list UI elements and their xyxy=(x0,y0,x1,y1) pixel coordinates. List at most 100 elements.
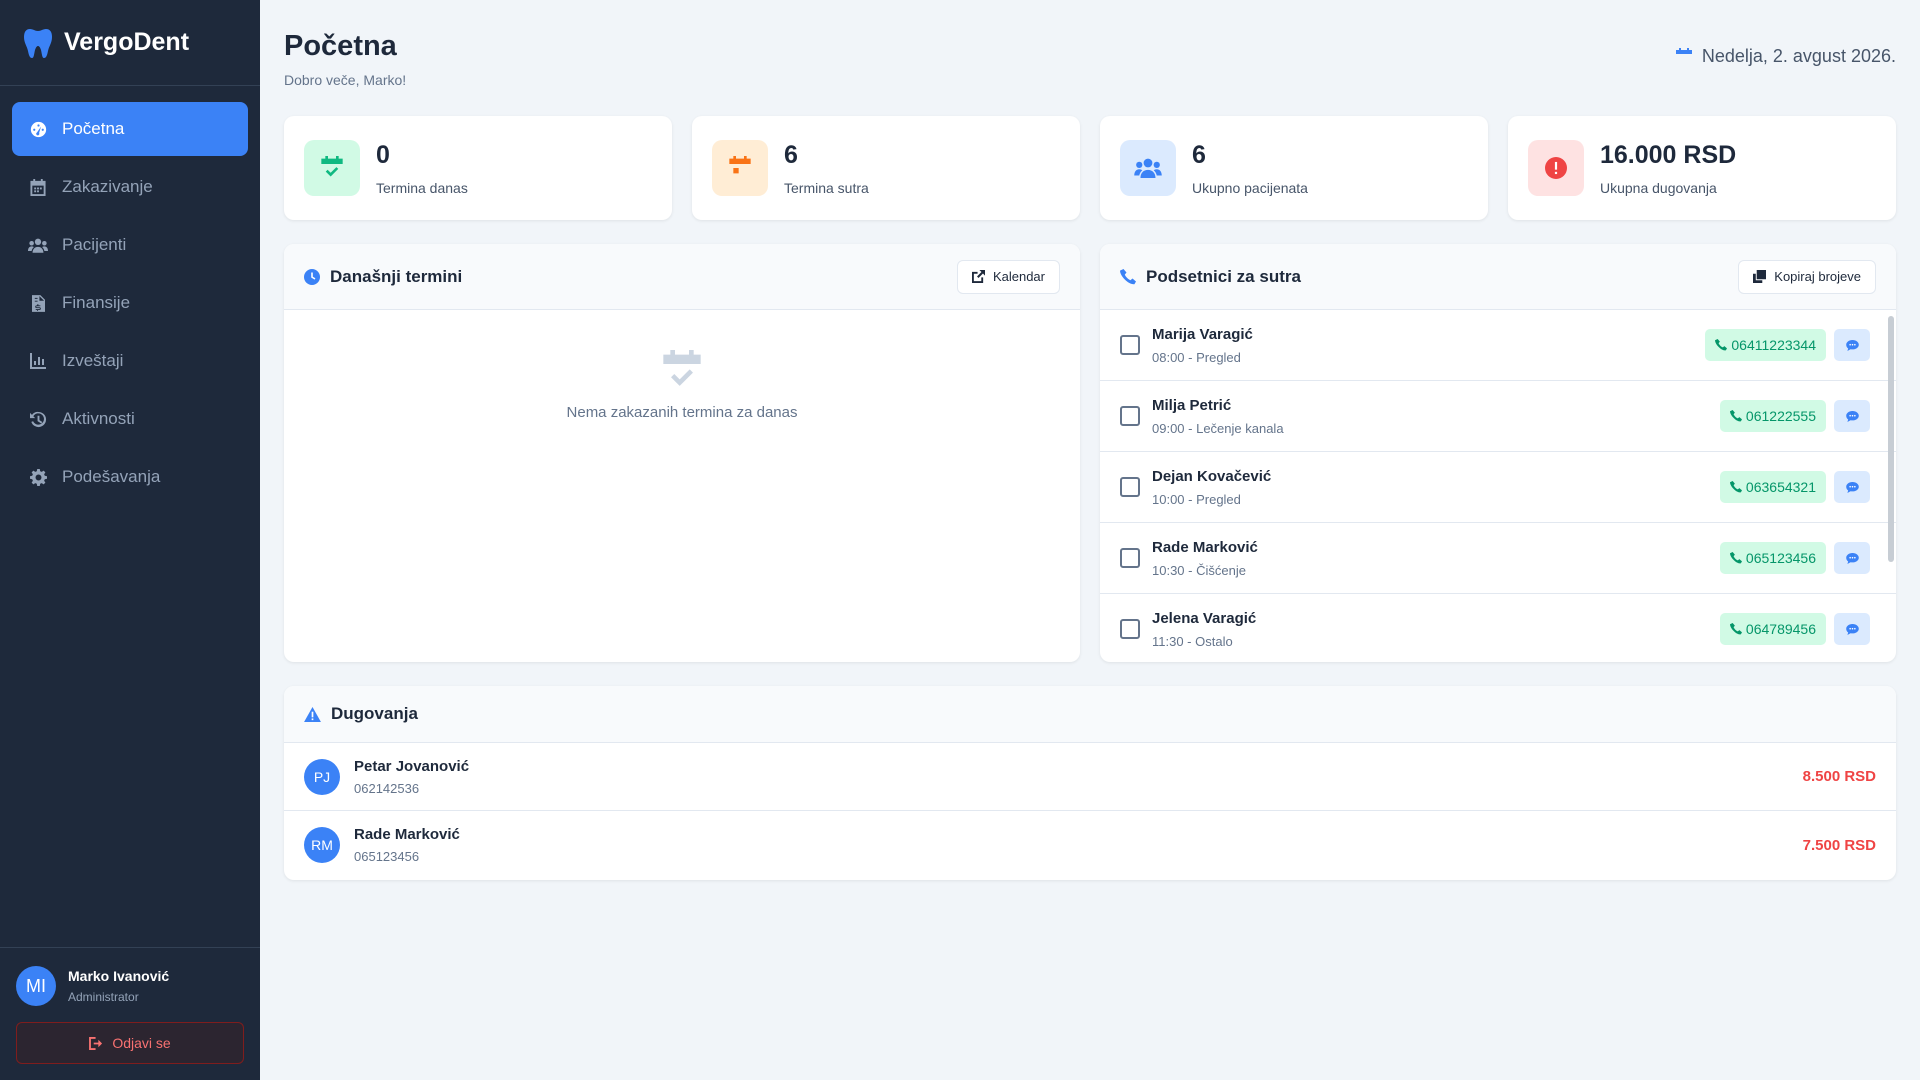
debts-card: Dugovanja PJ Petar Jovanović 062142536 8… xyxy=(284,686,1896,880)
sidebar-item-aktivnosti[interactable]: Aktivnosti xyxy=(12,392,248,446)
message-icon xyxy=(1845,339,1859,351)
appointment-info: 10:00 - Pregled xyxy=(1152,491,1241,507)
chart-icon xyxy=(28,351,48,371)
sidebar-item-label: Podešavanja xyxy=(62,467,161,486)
message-icon xyxy=(1845,552,1859,564)
call-button[interactable]: 063654321 xyxy=(1719,471,1826,503)
patient-name: Milja Petrić xyxy=(1152,396,1232,414)
reminders-card: Podsetnici za sutra Kopiraj brojeve Mari… xyxy=(1100,244,1896,662)
current-date: Nedelja, 2. avgust 2026. xyxy=(1675,46,1896,67)
dashboard-icon xyxy=(28,119,48,139)
phone-icon xyxy=(1120,268,1136,284)
table-row[interactable]: RM Rade Marković 065123456 7.500 RSD xyxy=(284,811,1896,879)
patient-name: Petar Jovanović xyxy=(354,757,470,775)
sidebar: VergoDent Početna Zakazivanje Pacijenti … xyxy=(0,0,260,1080)
appointment-info: 10:30 - Čišćenje xyxy=(1152,562,1246,578)
phone-icon xyxy=(1729,623,1742,635)
stat-label: Ukupna dugovanja xyxy=(1600,179,1717,196)
call-button[interactable]: 064789456 xyxy=(1719,613,1826,645)
list-item: Rade Marković 10:30 - Čišćenje 065123456 xyxy=(1100,523,1896,594)
sidebar-item-label: Izveštaji xyxy=(62,351,124,370)
app-name: VergoDent xyxy=(64,28,190,56)
row-actions: 06411223344 xyxy=(1705,329,1870,361)
sidebar-item-izvestaji[interactable]: Izveštaji xyxy=(12,334,248,388)
card-title: Dugovanja xyxy=(304,704,418,724)
sidebar-item-finansije[interactable]: Finansije xyxy=(12,276,248,330)
calendar-day-icon xyxy=(712,140,768,196)
tooth-icon xyxy=(24,28,52,58)
calendar-check-icon xyxy=(304,140,360,196)
appointment-info: 08:00 - Pregled xyxy=(1152,349,1241,365)
history-icon xyxy=(28,409,48,429)
stats-row: 0 Termina danas 6 Termina sutra 6 Ukupno… xyxy=(284,116,1896,220)
greeting: Dobro veče, Marko! xyxy=(284,72,407,88)
copy-icon xyxy=(1753,270,1767,283)
phone-icon xyxy=(1729,410,1742,422)
copy-numbers-button[interactable]: Kopiraj brojeve xyxy=(1738,259,1876,294)
reminder-checkbox[interactable] xyxy=(1120,548,1140,568)
sidebar-item-label: Zakazivanje xyxy=(62,177,153,196)
avatar: MI xyxy=(16,966,56,1006)
row-actions: 063654321 xyxy=(1719,471,1870,503)
sidebar-nav: Početna Zakazivanje Pacijenti Finansije … xyxy=(0,86,260,947)
invoice-icon xyxy=(28,293,48,313)
sidebar-item-zakazivanje[interactable]: Zakazivanje xyxy=(12,160,248,214)
stat-value: 0 xyxy=(376,140,390,169)
card-header: Podsetnici za sutra Kopiraj brojeve xyxy=(1100,244,1896,310)
phone-icon xyxy=(1729,481,1742,493)
phone-icon xyxy=(1729,552,1742,564)
stat-label: Termina sutra xyxy=(784,179,869,196)
sidebar-item-podesavanja[interactable]: Podešavanja xyxy=(12,450,248,504)
call-button[interactable]: 061222555 xyxy=(1719,400,1826,432)
debt-amount: 8.500 RSD xyxy=(1802,768,1876,785)
row-actions: 064789456 xyxy=(1719,613,1870,645)
reminder-checkbox[interactable] xyxy=(1120,335,1140,355)
reminders-list: Marija Varagić 08:00 - Pregled 064112233… xyxy=(1100,310,1896,662)
user-info: MI Marko Ivanović Administrator xyxy=(16,966,244,1006)
scrollbar[interactable] xyxy=(1888,316,1894,562)
empty-state-text: Nema zakazanih termina za danas xyxy=(566,404,798,421)
sidebar-item-label: Aktivnosti xyxy=(62,409,135,428)
card-header: Današnji termini Kalendar xyxy=(284,244,1080,310)
user-role: Administrator xyxy=(68,990,139,1004)
appointment-info: 11:30 - Ostalo xyxy=(1152,633,1233,649)
calendar-button[interactable]: Kalendar xyxy=(956,259,1060,294)
row-actions: 061222555 xyxy=(1719,400,1870,432)
user-name: Marko Ivanović xyxy=(68,968,170,984)
sidebar-item-label: Početna xyxy=(62,119,125,138)
warning-icon xyxy=(304,706,321,722)
stat-card-patients: 6 Ukupno pacijenata xyxy=(1100,116,1488,220)
stat-label: Ukupno pacijenata xyxy=(1192,179,1308,196)
user-panel: MI Marko Ivanović Administrator Odjavi s… xyxy=(0,947,260,1080)
call-button[interactable]: 06411223344 xyxy=(1705,329,1826,361)
card-title: Današnji termini xyxy=(304,267,462,287)
stat-value: 16.000 RSD xyxy=(1600,140,1737,169)
sms-button[interactable] xyxy=(1834,400,1870,432)
sidebar-item-pocetna[interactable]: Početna xyxy=(12,102,248,156)
patient-phone: 065123456 xyxy=(354,849,420,864)
sms-button[interactable] xyxy=(1834,471,1870,503)
reminder-checkbox[interactable] xyxy=(1120,477,1140,497)
row-actions: 065123456 xyxy=(1719,542,1870,574)
appointment-info: 09:00 - Lečenje kanala xyxy=(1152,420,1284,436)
reminder-checkbox[interactable] xyxy=(1120,406,1140,426)
today-appointments-card: Današnji termini Kalendar Nema zakazanih… xyxy=(284,244,1080,662)
main-content: Početna Dobro veče, Marko! Nedelja, 2. a… xyxy=(284,0,1896,880)
brand[interactable]: VergoDent xyxy=(0,0,260,86)
sms-button[interactable] xyxy=(1834,329,1870,361)
sms-button[interactable] xyxy=(1834,542,1870,574)
calendar-icon xyxy=(1675,47,1692,66)
reminder-checkbox[interactable] xyxy=(1120,619,1140,639)
page-title: Početna xyxy=(284,30,397,62)
table-row[interactable]: PJ Petar Jovanović 062142536 8.500 RSD xyxy=(284,743,1896,811)
avatar: PJ xyxy=(304,758,340,795)
list-item: Jelena Varagić 11:30 - Ostalo 064789456 xyxy=(1100,594,1896,662)
patient-name: Marija Varagić xyxy=(1152,325,1253,343)
message-icon xyxy=(1845,410,1859,422)
logout-button[interactable]: Odjavi se xyxy=(16,1022,244,1064)
sms-button[interactable] xyxy=(1834,613,1870,645)
card-title: Podsetnici za sutra xyxy=(1120,267,1301,287)
sidebar-item-pacijenti[interactable]: Pacijenti xyxy=(12,218,248,272)
external-link-icon xyxy=(971,270,985,283)
call-button[interactable]: 065123456 xyxy=(1719,542,1826,574)
